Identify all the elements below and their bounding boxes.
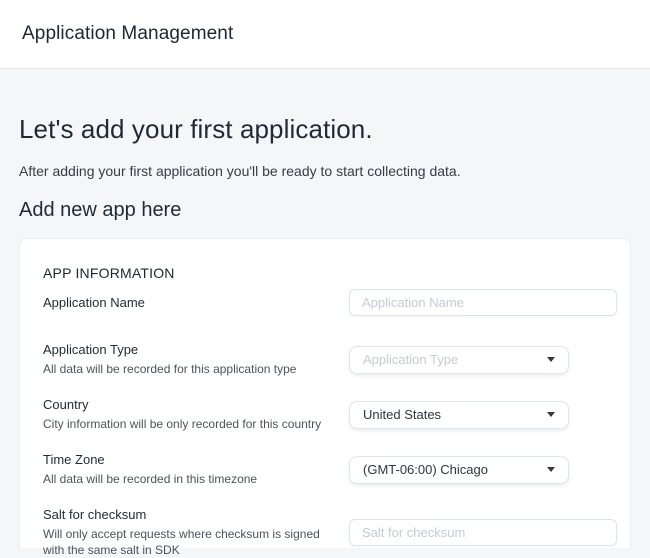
field-control [349,519,617,546]
application-type-select[interactable]: Application Type [349,346,569,374]
field-label: Application Type [43,342,331,358]
country-row: Country City information will be only re… [43,397,617,432]
field-control: United States [349,401,617,429]
field-control [349,289,617,316]
app-form-card: APP INFORMATION Application Name Applica… [19,238,631,548]
field-label-group: Country City information will be only re… [43,397,349,432]
time-zone-select[interactable]: (GMT-06:00) Chicago [349,456,569,484]
form-section-label: APP INFORMATION [43,265,617,281]
field-helper: City information will be only recorded f… [43,416,325,432]
chevron-down-icon [547,412,555,417]
salt-for-checksum-input[interactable] [349,519,617,546]
field-label-group: Salt for checksum Will only accept reque… [43,507,349,558]
intro-heading: Let's add your first application. [19,69,631,145]
time-zone-row: Time Zone All data will be recorded in t… [43,452,617,487]
select-value: Application Type [363,352,458,367]
field-label-group: Application Name [43,295,349,311]
country-select[interactable]: United States [349,401,569,429]
page-header: Application Management [0,0,650,69]
form-rows: Application Name Application Type All da… [43,289,617,558]
content-area: Let's add your first application. After … [0,69,650,558]
field-control: (GMT-06:00) Chicago [349,456,617,484]
select-value: United States [363,407,441,422]
application-type-row: Application Type All data will be record… [43,342,617,377]
field-label-group: Application Type All data will be record… [43,342,349,377]
field-label-group: Time Zone All data will be recorded in t… [43,452,349,487]
add-app-section-title: Add new app here [19,199,631,222]
field-label: Application Name [43,295,331,311]
chevron-down-icon [547,467,555,472]
application-name-input[interactable] [349,289,617,316]
field-helper: Will only accept requests where checksum… [43,526,325,558]
select-value: (GMT-06:00) Chicago [363,462,488,477]
field-label: Time Zone [43,452,331,468]
page-title: Application Management [22,23,233,45]
chevron-down-icon [547,357,555,362]
salt-for-checksum-row: Salt for checksum Will only accept reque… [43,507,617,558]
field-label: Salt for checksum [43,507,331,523]
field-control: Application Type [349,346,617,374]
field-helper: All data will be recorded in this timezo… [43,471,325,487]
field-label: Country [43,397,331,413]
field-helper: All data will be recorded for this appli… [43,361,325,377]
intro-subheading: After adding your first application you'… [19,163,631,179]
application-name-row: Application Name [43,289,617,316]
